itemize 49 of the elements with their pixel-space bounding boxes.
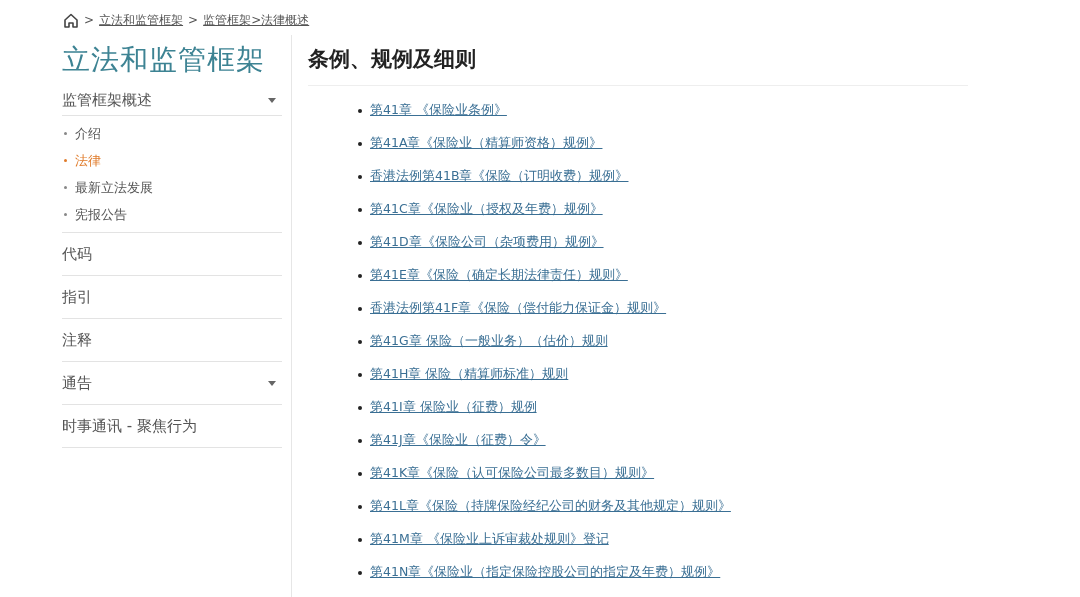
law-link[interactable]: 第41C章《保险业（授权及年费）规例》 <box>370 201 603 218</box>
bullet-icon <box>358 405 362 410</box>
bullet-icon <box>358 174 362 179</box>
home-icon[interactable] <box>63 12 79 28</box>
breadcrumb-link[interactable]: 监管框架>法律概述 <box>203 11 310 29</box>
sidebar-item[interactable]: 通告 <box>62 362 282 405</box>
bullet-icon <box>358 306 362 311</box>
bullet-icon <box>358 537 362 542</box>
sidebar-title: 立法和监管框架 <box>62 42 266 78</box>
caret-icon <box>268 380 276 386</box>
bullet-icon <box>358 207 362 212</box>
law-link[interactable]: 第41N章《保险业（指定保险控股公司的指定及年费）规例》 <box>370 564 721 581</box>
sidebar-item[interactable]: 代码 <box>62 233 282 276</box>
bullet-icon <box>358 372 362 377</box>
law-link[interactable]: 香港法例第41F章《保险（偿付能力保证金）规则》 <box>370 300 667 317</box>
law-link[interactable]: 第41K章《保险（认可保险公司最多数目）规则》 <box>370 465 655 482</box>
breadcrumb-link[interactable]: 立法和监管框架 <box>99 11 184 29</box>
sidebar-subitem[interactable]: 介绍 <box>62 120 282 147</box>
bullet-icon <box>358 141 362 146</box>
law-link[interactable]: 第41G章 保险（一般业务）（估价）规则 <box>370 333 608 350</box>
law-link[interactable]: 第41J章《保险业（征费）令》 <box>370 432 546 449</box>
sidebar-subitem[interactable]: 最新立法发展 <box>62 174 282 201</box>
bullet-icon <box>358 504 362 509</box>
bullet-icon <box>358 273 362 278</box>
law-link[interactable]: 第41A章《保险业（精算师资格）规例》 <box>370 135 603 152</box>
bullet-icon <box>358 570 362 575</box>
law-link[interactable]: 第41E章《保险（确定长期法律责任）规则》 <box>370 267 628 284</box>
page-heading: 条例、规例及细则 <box>308 35 968 86</box>
sidebar-item[interactable]: 监管框架概述 <box>62 85 282 116</box>
breadcrumb-separator: > <box>188 13 199 27</box>
sidebar-item[interactable]: 时事通讯 - 聚焦行为 <box>62 405 282 448</box>
law-link[interactable]: 第41M章 《保险业上诉审裁处规则》登记 <box>370 531 609 548</box>
caret-icon <box>268 97 276 103</box>
sidebar-item[interactable]: 注释 <box>62 319 282 362</box>
sidebar-item[interactable]: 指引 <box>62 276 282 319</box>
bullet-icon <box>358 108 362 113</box>
sidebar-subitem[interactable]: 法律 <box>62 147 282 174</box>
law-link[interactable]: 第41D章《保险公司（杂项费用）规例》 <box>370 234 604 251</box>
bullet-icon <box>358 240 362 245</box>
law-link[interactable]: 第41L章《保险（持牌保险经纪公司的财务及其他规定）规则》 <box>370 498 731 515</box>
law-link[interactable]: 第41H章 保险（精算师标准）规则 <box>370 366 569 383</box>
bullet-icon <box>358 471 362 476</box>
law-link[interactable]: 第41章 《保险业条例》 <box>370 102 507 119</box>
law-link[interactable]: 第41I章 保险业（征费）规例 <box>370 399 537 416</box>
law-link[interactable]: 香港法例第41B章《保险（订明收费）规例》 <box>370 168 629 185</box>
sidebar-subitem[interactable]: 宪报公告 <box>62 201 282 228</box>
bullet-icon <box>358 339 362 344</box>
bullet-icon <box>358 438 362 443</box>
breadcrumb-separator: > <box>84 13 95 27</box>
